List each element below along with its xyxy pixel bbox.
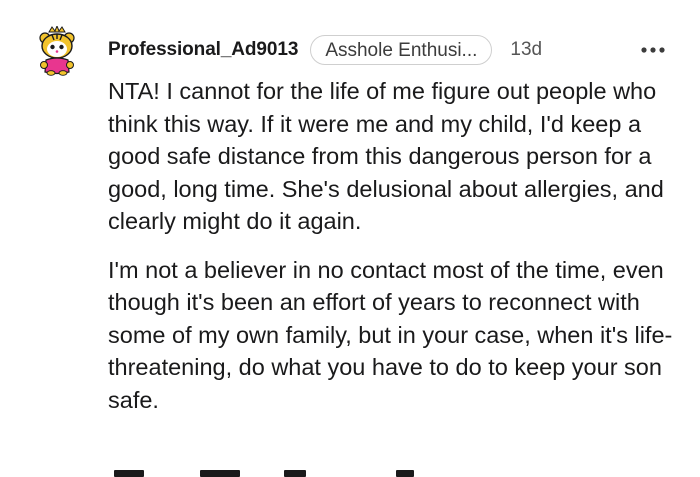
comment: Professional_Ad9013 Asshole Enthusi... 1… — [0, 0, 700, 477]
comment-paragraph-1: NTA! I cannot for the life of me figure … — [108, 78, 664, 234]
more-options-button[interactable] — [640, 40, 666, 60]
username-link[interactable]: Professional_Ad9013 — [108, 39, 298, 61]
more-options-icon — [641, 47, 665, 53]
comment-paragraph-2: I'm not a believer in no contact most of… — [108, 256, 673, 413]
action-bar-cutoff — [108, 470, 438, 477]
comment-timestamp[interactable]: 13d — [510, 39, 542, 61]
user-flair: Asshole Enthusi... — [310, 35, 493, 65]
tiger-snoo-avatar-icon — [39, 24, 75, 76]
comment-header: Professional_Ad9013 Asshole Enthusi... 1… — [108, 34, 542, 66]
comment-body: NTA! I cannot for the life of me figure … — [108, 75, 688, 416]
avatar[interactable] — [36, 24, 78, 76]
